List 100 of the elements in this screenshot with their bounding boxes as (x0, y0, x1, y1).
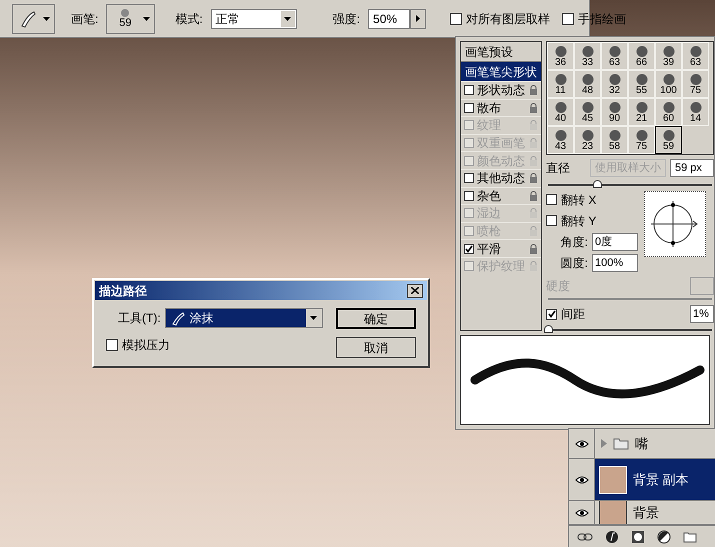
tool-preset-picker[interactable] (12, 4, 55, 34)
brush-label: 画笔: (71, 10, 98, 28)
brush-preset[interactable]: 75 (628, 126, 655, 154)
brush-preset[interactable]: 39 (655, 42, 682, 70)
cancel-button[interactable]: 取消 (336, 337, 416, 358)
setting-label: 纹理 (477, 117, 502, 134)
brush-preset[interactable]: 14 (682, 98, 709, 126)
brush-preset[interactable]: 45 (574, 98, 601, 126)
setting-label: 湿边 (477, 205, 502, 222)
checkbox[interactable] (464, 173, 474, 184)
layer-row[interactable]: 嘴 (569, 429, 715, 459)
brush-picker[interactable]: 59 (106, 4, 156, 34)
brush-size: 14 (690, 114, 702, 124)
checkbox[interactable] (450, 12, 462, 24)
layer-row[interactable]: 背景 副本 (569, 459, 715, 501)
brush-preset[interactable]: 55 (628, 70, 655, 98)
layer-row[interactable]: 背景 (569, 501, 715, 525)
slider-thumb[interactable] (544, 325, 553, 333)
lock-icon (529, 244, 538, 254)
checkbox[interactable] (464, 190, 474, 201)
brush-size: 59 (119, 18, 132, 29)
brush-tip-icon (634, 73, 648, 86)
brush-tip-icon (634, 129, 648, 142)
mode-dropdown[interactable]: 正常 (210, 8, 297, 28)
dropdown-arrow-button[interactable] (280, 10, 296, 28)
folder-icon (613, 438, 629, 450)
slider-thumb[interactable] (593, 180, 602, 188)
brush-tip-icon (580, 73, 594, 86)
setting-label: 形状动态 (477, 82, 526, 100)
brush-size: 59 (662, 142, 674, 152)
half-circle-icon[interactable] (657, 530, 671, 544)
checkbox[interactable] (464, 102, 474, 113)
spacing-field[interactable]: 1% (690, 305, 714, 324)
checkbox[interactable] (546, 194, 557, 205)
finger-icon (170, 310, 186, 326)
brush-size: 55 (636, 86, 648, 96)
arrow-button[interactable] (410, 8, 426, 28)
brush-preset[interactable]: 58 (601, 126, 628, 154)
brush-size: 75 (636, 142, 648, 152)
brush-preset[interactable]: 60 (655, 98, 682, 126)
checkbox[interactable] (562, 12, 574, 24)
brush-preset[interactable]: 100 (655, 70, 682, 98)
brush-preset[interactable]: 48 (574, 70, 601, 98)
fx-icon[interactable] (605, 530, 619, 544)
tick-icon (465, 244, 473, 253)
layer-name: 嘴 (635, 434, 648, 453)
brush-preset[interactable]: 66 (628, 42, 655, 70)
brush-preset[interactable]: 33 (574, 42, 601, 70)
link-icon[interactable] (577, 532, 593, 540)
brush-tip-icon (608, 129, 622, 142)
brush-preset[interactable]: 11 (547, 70, 574, 98)
brush-preset[interactable]: 23 (574, 126, 601, 154)
brush-size: 40 (554, 114, 566, 124)
brush-preset[interactable]: 43 (547, 126, 574, 154)
mask-icon[interactable] (631, 530, 645, 544)
brush-preset[interactable]: 63 (601, 42, 628, 70)
brush-size: 39 (662, 58, 674, 68)
tool-dropdown[interactable]: 涂抹 (164, 308, 323, 328)
lock-icon (529, 190, 538, 201)
right-arrow-icon (416, 15, 420, 22)
brush-size: 21 (636, 114, 648, 124)
checkbox-label: 翻转 X (561, 192, 596, 208)
brush-preset[interactable]: 40 (547, 98, 574, 126)
thumbnail-placeholder (599, 501, 627, 524)
brush-preset[interactable]: 90 (601, 98, 628, 126)
dropdown-arrow-button[interactable] (306, 309, 322, 327)
brush-tip-icon (119, 8, 132, 18)
brush-preset[interactable]: 32 (601, 70, 628, 98)
brush-tip-shape-tab[interactable]: 画笔笔尖形状 (461, 62, 541, 81)
brush-preset[interactable]: 75 (682, 70, 709, 98)
roundness-field[interactable]: 100% (592, 254, 638, 272)
checkbox[interactable] (464, 244, 474, 254)
brush-preset[interactable]: 59 (655, 126, 682, 154)
diameter-slider[interactable] (548, 180, 712, 186)
eye-icon[interactable] (569, 459, 595, 500)
diameter-field[interactable]: 59 px (670, 159, 714, 177)
spacing-checkbox[interactable] (546, 308, 557, 320)
ok-button[interactable]: 确定 (336, 308, 416, 329)
tool-value: 涂抹 (190, 310, 215, 327)
brush-tip-icon (580, 45, 594, 58)
lock-icon (529, 261, 538, 272)
folder-icon[interactable] (683, 530, 697, 542)
checkbox[interactable] (546, 215, 557, 226)
close-button[interactable] (407, 284, 423, 298)
tick-icon (548, 310, 556, 318)
layer-name: 背景 (633, 504, 659, 522)
brush-tip-icon (634, 101, 648, 114)
brush-tip-icon (554, 73, 568, 86)
brush-preset[interactable]: 36 (547, 42, 574, 70)
pressure-checkbox[interactable] (106, 339, 118, 351)
brush-preset[interactable]: 63 (682, 42, 709, 70)
brush-preset[interactable]: 21 (628, 98, 655, 126)
brush-size: 100 (660, 86, 677, 96)
setting-label: 喷枪 (477, 223, 502, 240)
strength-field[interactable]: 50% (368, 8, 410, 28)
hardness-field[interactable] (690, 276, 714, 294)
brush-angle-preview[interactable] (644, 190, 706, 256)
angle-field[interactable]: 0度 (592, 232, 638, 250)
brush-tip-icon (580, 129, 594, 142)
checkbox[interactable] (464, 85, 474, 96)
